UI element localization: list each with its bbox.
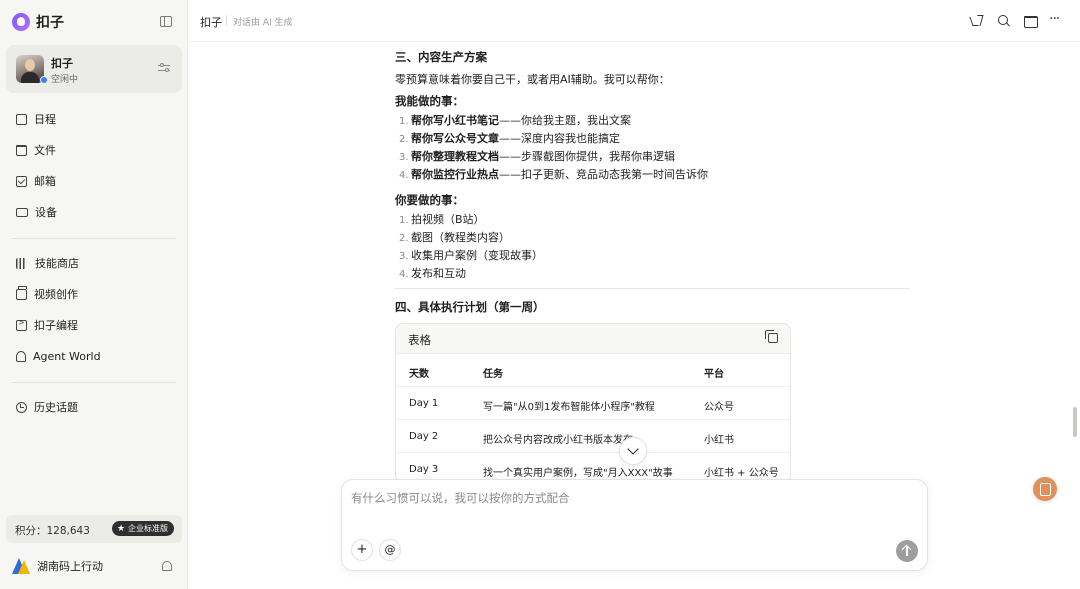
code-icon: [16, 318, 27, 331]
table-cell: Day 2: [409, 431, 439, 442]
sidebar-item-devices[interactable]: 设备: [8, 199, 180, 225]
sidebar-item-label: 日程: [34, 113, 56, 126]
table-cell: 找一个真实用户案例，写成"月入XXX"故事: [483, 468, 673, 479]
devices-icon: [16, 207, 28, 217]
sidebar-item-label: 视频创作: [34, 288, 78, 301]
table-cell: 写一篇"从0到1发布智能体小程序"教程: [483, 402, 655, 413]
chat-title: 扣子: [200, 16, 222, 29]
sidebar-item-label: 历史话题: [34, 401, 78, 414]
section-heading: 四、具体执行计划（第一周）: [395, 300, 545, 314]
table-cell: Day 1: [409, 398, 439, 409]
folder-icon: [16, 144, 27, 156]
sidebar-item-skill-store[interactable]: 技能商店: [8, 250, 180, 276]
list-item: 4. 发布和互动: [399, 267, 466, 280]
sidebar: 扣子 扣子 空闲中 日程 文件 邮箱 设备 技能商店 视频创作 扣子编程 Age…: [0, 0, 188, 589]
nav-divider: [12, 238, 176, 239]
table-cell: 把公众号内容改成小红书版本发布: [483, 435, 633, 446]
column-header: 天数: [409, 369, 429, 380]
sidebar-item-label: 邮箱: [34, 175, 56, 188]
table-card: 表格 天数 任务 平台 Day 1 写一篇"从0到1发布智能体小程序"教程 公众…: [395, 323, 791, 483]
list-item: 2. 截图（教程类内容）: [399, 231, 510, 244]
table-row: Day 2 把公众号内容改成小红书版本发布 小红书: [396, 420, 790, 453]
table-row: Day 1 写一篇"从0到1发布智能体小程序"教程 公众号: [396, 387, 790, 420]
sidebar-item-label: 技能商店: [35, 257, 79, 270]
sidebar-item-history[interactable]: 历史话题: [8, 394, 180, 420]
table-header-row: 天数 任务 平台: [396, 354, 790, 387]
sidebar-item-label: 扣子编程: [34, 319, 78, 332]
org-name: 湖南码上行动: [37, 560, 103, 573]
more-icon[interactable]: ···: [1049, 12, 1063, 28]
list-item: 4. 帮你监控行业热点——扣子更新、竞品动态我第一时间告诉你: [399, 168, 708, 181]
bell-icon[interactable]: [162, 561, 172, 571]
list-item: 2. 帮你写公众号文章——深度内容我也能搞定: [399, 132, 620, 145]
copy-icon[interactable]: [765, 330, 778, 343]
notes-float-button[interactable]: [1033, 477, 1057, 501]
sidebar-item-label: Agent World: [33, 349, 101, 363]
scrollbar[interactable]: [1073, 407, 1077, 437]
plan-badge[interactable]: ★ 企业标准版: [112, 521, 174, 536]
list-item: 1. 拍视频（B站）: [399, 213, 485, 226]
divider: [395, 288, 910, 289]
sidebar-item-mail[interactable]: 邮箱: [8, 168, 180, 194]
library-icon: [16, 257, 28, 269]
sliders-icon[interactable]: [158, 63, 170, 73]
coze-logo-icon: [12, 13, 30, 31]
profile-name: 扣子: [51, 57, 73, 70]
points-balance: 积分：128,643: [15, 525, 90, 537]
organization-switcher[interactable]: 湖南码上行动: [12, 558, 103, 574]
table-cell: 公众号: [704, 402, 734, 413]
header-divider: [226, 15, 227, 26]
column-header: 平台: [704, 369, 724, 380]
online-status-dot: [40, 76, 48, 84]
sidebar-item-label: 设备: [35, 206, 57, 219]
profile-status: 空闲中: [51, 75, 79, 85]
mail-icon: [16, 175, 27, 187]
table-cell: Day 3: [409, 464, 439, 475]
mention-button[interactable]: @: [379, 539, 401, 561]
message-composer: + @: [341, 479, 928, 571]
list-item: 3. 收集用户案例（变现故事）: [399, 249, 543, 262]
sidebar-collapse-icon[interactable]: [160, 16, 172, 27]
subheading: 我能做的事：: [395, 94, 464, 108]
activity-icon[interactable]: [970, 14, 984, 28]
folder-icon[interactable]: [1023, 14, 1038, 28]
list-item: 3. 帮你整理教程文档——步骤截图你提供，我帮你串逻辑: [399, 150, 675, 163]
points-card[interactable]: 积分：128,643 ★ 企业标准版: [6, 515, 182, 543]
list-item: 1. 帮你写小红书笔记——你给我主题，我出文案: [399, 114, 631, 127]
sidebar-item-schedule[interactable]: 日程: [8, 106, 180, 132]
nav-divider: [12, 382, 176, 383]
chat-header: 扣子 对话由 AI 生成 ···: [188, 0, 1080, 42]
table-card-header: 表格: [396, 324, 790, 354]
sidebar-item-agent-world[interactable]: Agent World: [8, 343, 180, 369]
clapperboard-icon: [16, 285, 27, 300]
send-button[interactable]: [896, 540, 918, 562]
subheading: 你要做的事：: [395, 193, 464, 207]
column-header: 任务: [483, 369, 503, 380]
table-cell: 小红书: [704, 435, 734, 446]
brand-name: 扣子: [36, 15, 64, 31]
add-attachment-button[interactable]: +: [351, 539, 373, 561]
sidebar-item-coze-coding[interactable]: 扣子编程: [8, 312, 180, 338]
message-input[interactable]: [351, 491, 911, 505]
table-cell: 小红书 + 公众号: [704, 468, 779, 479]
plan-badge-label: 企业标准版: [128, 524, 168, 533]
sidebar-item-video-creation[interactable]: 视频创作: [8, 281, 180, 307]
section-heading: 三、内容生产方案: [395, 50, 487, 64]
brand[interactable]: 扣子: [12, 12, 64, 32]
star-icon: ★: [117, 524, 126, 534]
calendar-icon: [16, 113, 27, 125]
profile-card[interactable]: 扣子 空闲中: [6, 45, 182, 93]
table-title: 表格: [408, 333, 431, 347]
sidebar-item-label: 文件: [34, 144, 56, 157]
ai-generated-notice: 对话由 AI 生成: [233, 18, 293, 28]
paragraph: 零预算意味着你要自己干，或者用AI辅助。我可以帮你：: [395, 73, 670, 86]
sidebar-item-files[interactable]: 文件: [8, 137, 180, 163]
history-icon: [16, 401, 27, 413]
search-icon[interactable]: [997, 14, 1011, 28]
org-logo-icon: [12, 558, 30, 574]
scroll-to-bottom-button[interactable]: [619, 437, 647, 465]
agent-icon: [16, 350, 26, 362]
